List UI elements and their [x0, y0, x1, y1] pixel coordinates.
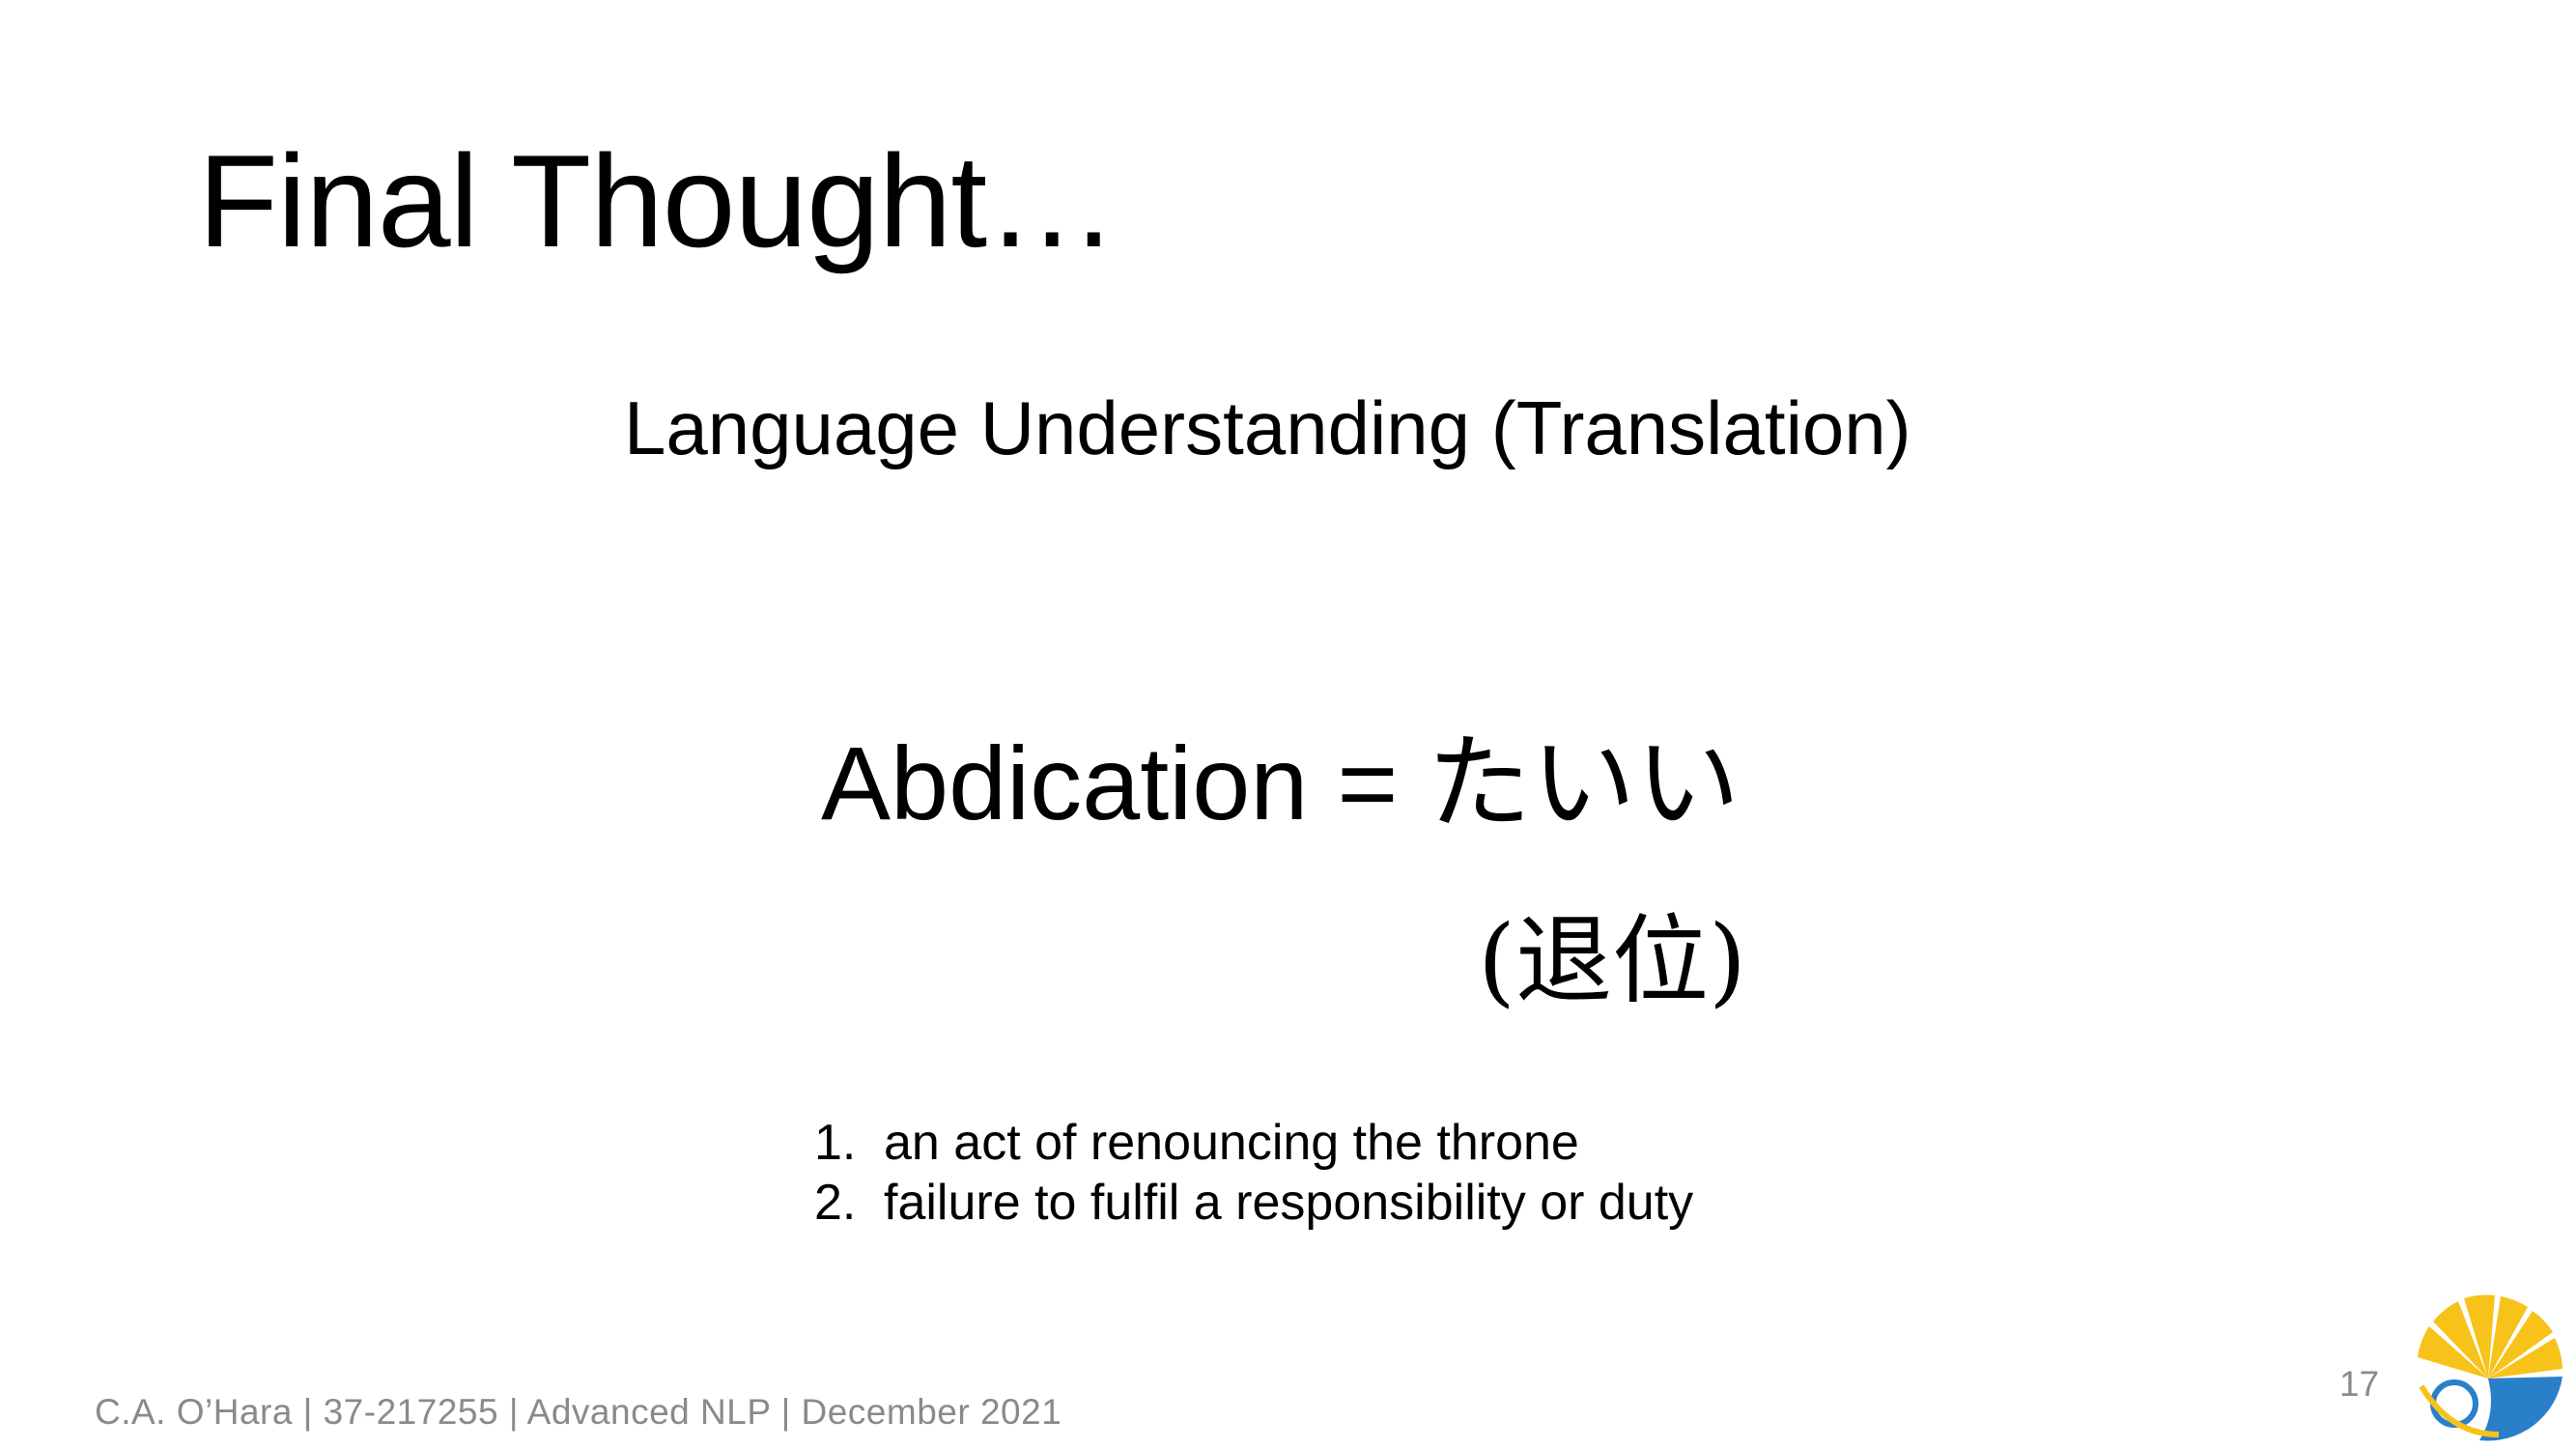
- definition-number: 1.: [814, 1115, 857, 1171]
- definition-item: 2. failure to fulfil a responsibility or…: [814, 1173, 1693, 1233]
- ginkgo-leaf-logo-icon: [2418, 1294, 2562, 1441]
- english-term: Abdication: [821, 724, 1309, 841]
- logo-blue-wedge: [2479, 1377, 2562, 1441]
- slide-subtitle: Language Understanding (Translation): [624, 385, 1911, 470]
- definition-text: failure to fulfil a responsibility or du…: [884, 1175, 1694, 1231]
- definition-item: 1. an act of renouncing the throne: [814, 1113, 1693, 1173]
- japanese-kanji: (退位): [1478, 904, 1747, 1017]
- definition-text: an act of renouncing the throne: [884, 1115, 1579, 1171]
- logo-yellow-fan: [2418, 1294, 2562, 1378]
- definition-number: 2.: [814, 1175, 857, 1231]
- japanese-kana: たいい: [1427, 724, 1741, 844]
- slide-footer: C.A. O’Hara | 37-217255 | Advanced NLP |…: [95, 1392, 1062, 1432]
- definition-list: 1. an act of renouncing the throne 2. fa…: [814, 1113, 1693, 1233]
- slide: Final Thought… Language Understanding (T…: [0, 0, 2576, 1449]
- slide-title: Final Thought…: [198, 128, 1118, 274]
- page-number: 17: [2339, 1364, 2380, 1404]
- equals-sign: =: [1337, 724, 1399, 841]
- term-equation: Abdication = たいい: [821, 731, 1740, 837]
